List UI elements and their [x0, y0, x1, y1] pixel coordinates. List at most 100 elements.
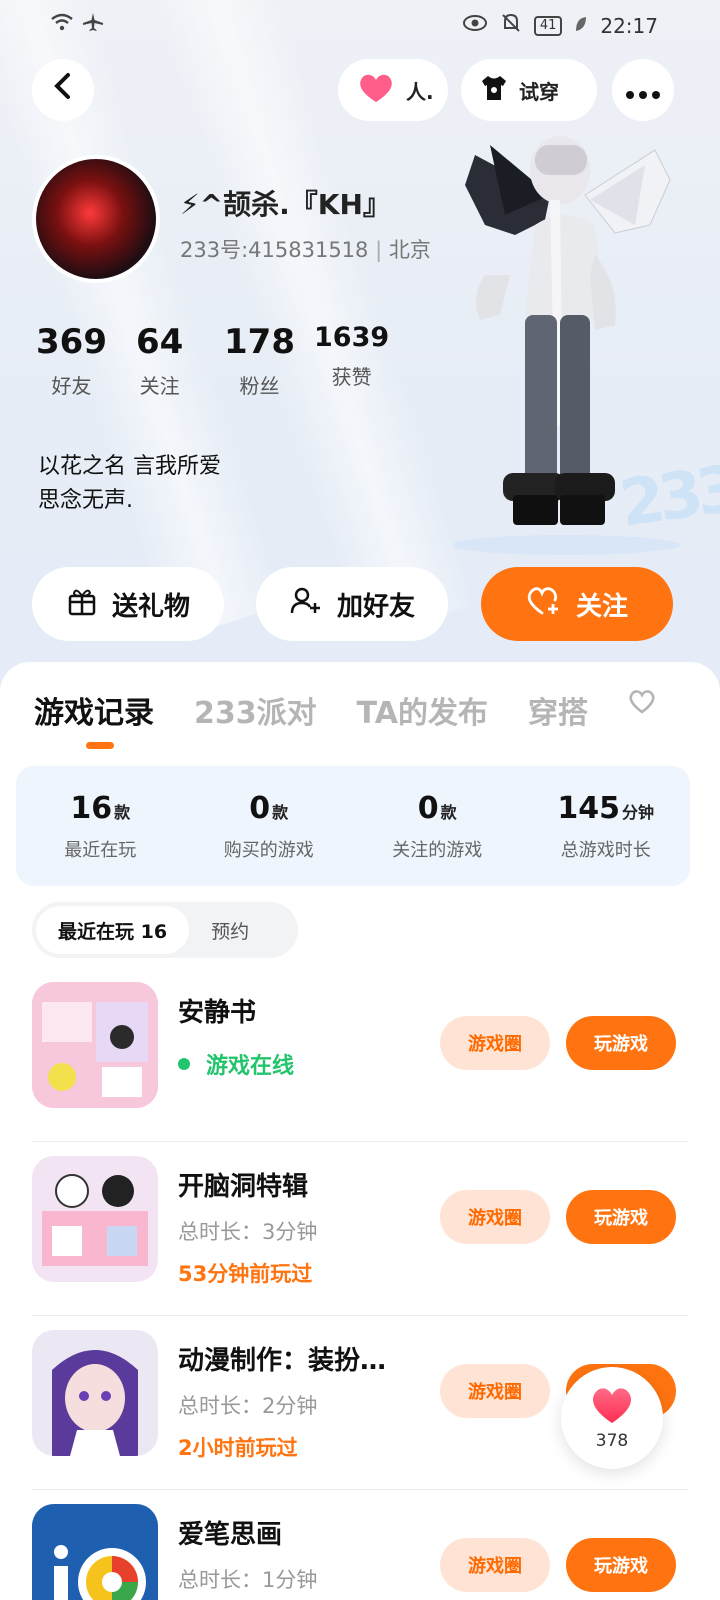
- status-bar: 41 22:17: [0, 10, 720, 40]
- game-duration: 总时长：1分钟: [178, 1568, 318, 1592]
- game-title: 动漫制作：装扮…: [178, 1346, 387, 1376]
- stat-value: 178: [224, 322, 295, 362]
- avatar[interactable]: [32, 155, 160, 283]
- follow-label: 关注: [575, 591, 628, 622]
- bio-line: 思念无声.: [38, 488, 133, 513]
- online-text: 游戏在线: [206, 1054, 295, 1079]
- game-icon: [32, 1504, 158, 1600]
- filter-reserved[interactable]: 预约: [189, 917, 271, 944]
- profile-bio: 以花之名 言我所爱 思念无声.: [38, 450, 221, 518]
- status-right: 41 22:17: [462, 12, 658, 39]
- tab-game-records[interactable]: 游戏记录: [34, 688, 154, 732]
- leaf-icon: [574, 14, 588, 38]
- game-circle-button[interactable]: 游戏圈: [440, 1016, 550, 1070]
- summary-recent[interactable]: 16 款 最近在玩: [16, 791, 185, 862]
- stat-likes[interactable]: 1639 获赞: [314, 322, 389, 390]
- tryon-label: 试穿: [519, 79, 559, 104]
- stat-value: 369: [36, 322, 107, 362]
- profile-uid-line: 233号:415831518 | 北京: [180, 234, 431, 264]
- summary-value: 145: [557, 790, 621, 826]
- summary-purchased[interactable]: 0款 购买的游戏: [185, 791, 354, 862]
- game-title: 爱笔思画: [178, 1520, 283, 1550]
- game-title: 安静书: [178, 998, 257, 1028]
- stat-value: 64: [136, 322, 184, 362]
- stat-label: 好友: [51, 374, 92, 398]
- filter-recent[interactable]: 最近在玩 16: [36, 906, 190, 954]
- add-friend-label: 加好友: [336, 591, 415, 622]
- brand-233-logo: 233: [615, 452, 720, 542]
- bio-line: 以花之名 言我所爱: [38, 454, 221, 479]
- heart-plus-icon: [526, 585, 562, 624]
- game-last-played: 2小时前玩过: [178, 1436, 298, 1460]
- game-list-filter: 最近在玩 16 预约: [32, 902, 298, 958]
- game-item[interactable]: 爱笔思画 总时长：1分钟 游戏圈 玩游戏: [32, 1490, 688, 1600]
- game-icon: [32, 982, 158, 1108]
- summary-total-time[interactable]: 145 分钟 总游戏时长: [522, 791, 691, 862]
- stat-label: 获赞: [331, 365, 372, 389]
- friend-heart-label: 人.: [406, 79, 434, 104]
- stat-value: 1639: [314, 322, 390, 353]
- play-game-button[interactable]: 玩游戏: [566, 1190, 676, 1244]
- game-title: 开脑洞特辑: [178, 1172, 309, 1202]
- game-duration: 总时长：3分钟: [178, 1220, 318, 1244]
- back-button[interactable]: [32, 59, 94, 121]
- add-user-icon: [289, 585, 323, 624]
- summary-label: 购买的游戏: [223, 839, 314, 861]
- send-gift-label: 送礼物: [111, 591, 190, 622]
- more-button[interactable]: [612, 59, 674, 121]
- friend-heart-button[interactable]: 人.: [338, 59, 448, 121]
- heart-icon: [356, 72, 396, 109]
- stat-label: 关注: [139, 374, 180, 398]
- tab-likes[interactable]: [628, 688, 656, 732]
- stat-following[interactable]: 64 关注: [136, 322, 183, 399]
- gift-icon: [66, 585, 98, 624]
- game-item[interactable]: 安静书 游戏在线 游戏圈 玩游戏: [32, 968, 688, 1142]
- status-time: 22:17: [600, 13, 658, 38]
- tab-233-party[interactable]: 233派对: [194, 688, 317, 732]
- play-game-button[interactable]: 玩游戏: [566, 1016, 676, 1070]
- uid-text: 233号:415831518: [180, 238, 369, 262]
- tryon-button[interactable]: 试穿: [461, 59, 597, 121]
- follow-button[interactable]: 关注: [481, 567, 673, 641]
- game-icon: [32, 1330, 158, 1456]
- game-summary: 16 款 最近在玩 0款 购买的游戏 0款 关注的游戏 145 分钟 总游戏时长: [16, 766, 690, 886]
- chevron-left-icon: [52, 72, 74, 108]
- summary-unit: 分钟: [622, 802, 655, 822]
- game-circle-button[interactable]: 游戏圈: [440, 1538, 550, 1592]
- like-count: 378: [595, 1431, 629, 1451]
- tab-posts[interactable]: TA的发布: [357, 688, 488, 732]
- stat-label: 粉丝: [239, 374, 280, 398]
- game-last-played: 53分钟前玩过: [178, 1262, 313, 1286]
- battery-indicator: 41: [533, 15, 563, 36]
- summary-unit: 款: [114, 802, 131, 822]
- game-item[interactable]: 开脑洞特辑 总时长：3分钟 53分钟前玩过 游戏圈 玩游戏: [32, 1142, 688, 1316]
- add-friend-button[interactable]: 加好友: [256, 567, 448, 641]
- summary-label: 最近在玩: [64, 839, 137, 861]
- airplane-icon: [82, 12, 104, 37]
- summary-unit: 款: [272, 802, 289, 822]
- game-duration: 总时长：2分钟: [178, 1394, 318, 1418]
- game-circle-button[interactable]: 游戏圈: [440, 1190, 550, 1244]
- summary-followed[interactable]: 0款 关注的游戏: [353, 791, 522, 862]
- game-circle-button[interactable]: 游戏圈: [440, 1364, 550, 1418]
- game-icon: [32, 1156, 158, 1282]
- more-dots-icon: [625, 73, 661, 108]
- summary-value: 0: [417, 790, 439, 826]
- tab-outfits[interactable]: 穿搭: [528, 688, 588, 732]
- location-text: 北京: [388, 238, 431, 262]
- send-gift-button[interactable]: 送礼物: [32, 567, 224, 641]
- heart-icon: [589, 1385, 635, 1429]
- stat-friends[interactable]: 369 好友: [36, 322, 107, 399]
- profile-tabs: 游戏记录 233派对 TA的发布 穿搭: [34, 688, 656, 732]
- wifi-icon: [50, 12, 74, 37]
- play-game-button[interactable]: 玩游戏: [566, 1538, 676, 1592]
- summary-value: 0: [249, 790, 271, 826]
- mute-bell-icon: [500, 12, 522, 39]
- floating-like-button[interactable]: 378: [561, 1367, 663, 1469]
- status-left: [50, 12, 104, 37]
- summary-value: 16: [70, 790, 113, 826]
- summary-label: 关注的游戏: [392, 839, 483, 861]
- stat-fans[interactable]: 178 粉丝: [224, 322, 295, 399]
- eye-icon: [462, 13, 488, 38]
- game-online-status: 游戏在线: [178, 1048, 294, 1080]
